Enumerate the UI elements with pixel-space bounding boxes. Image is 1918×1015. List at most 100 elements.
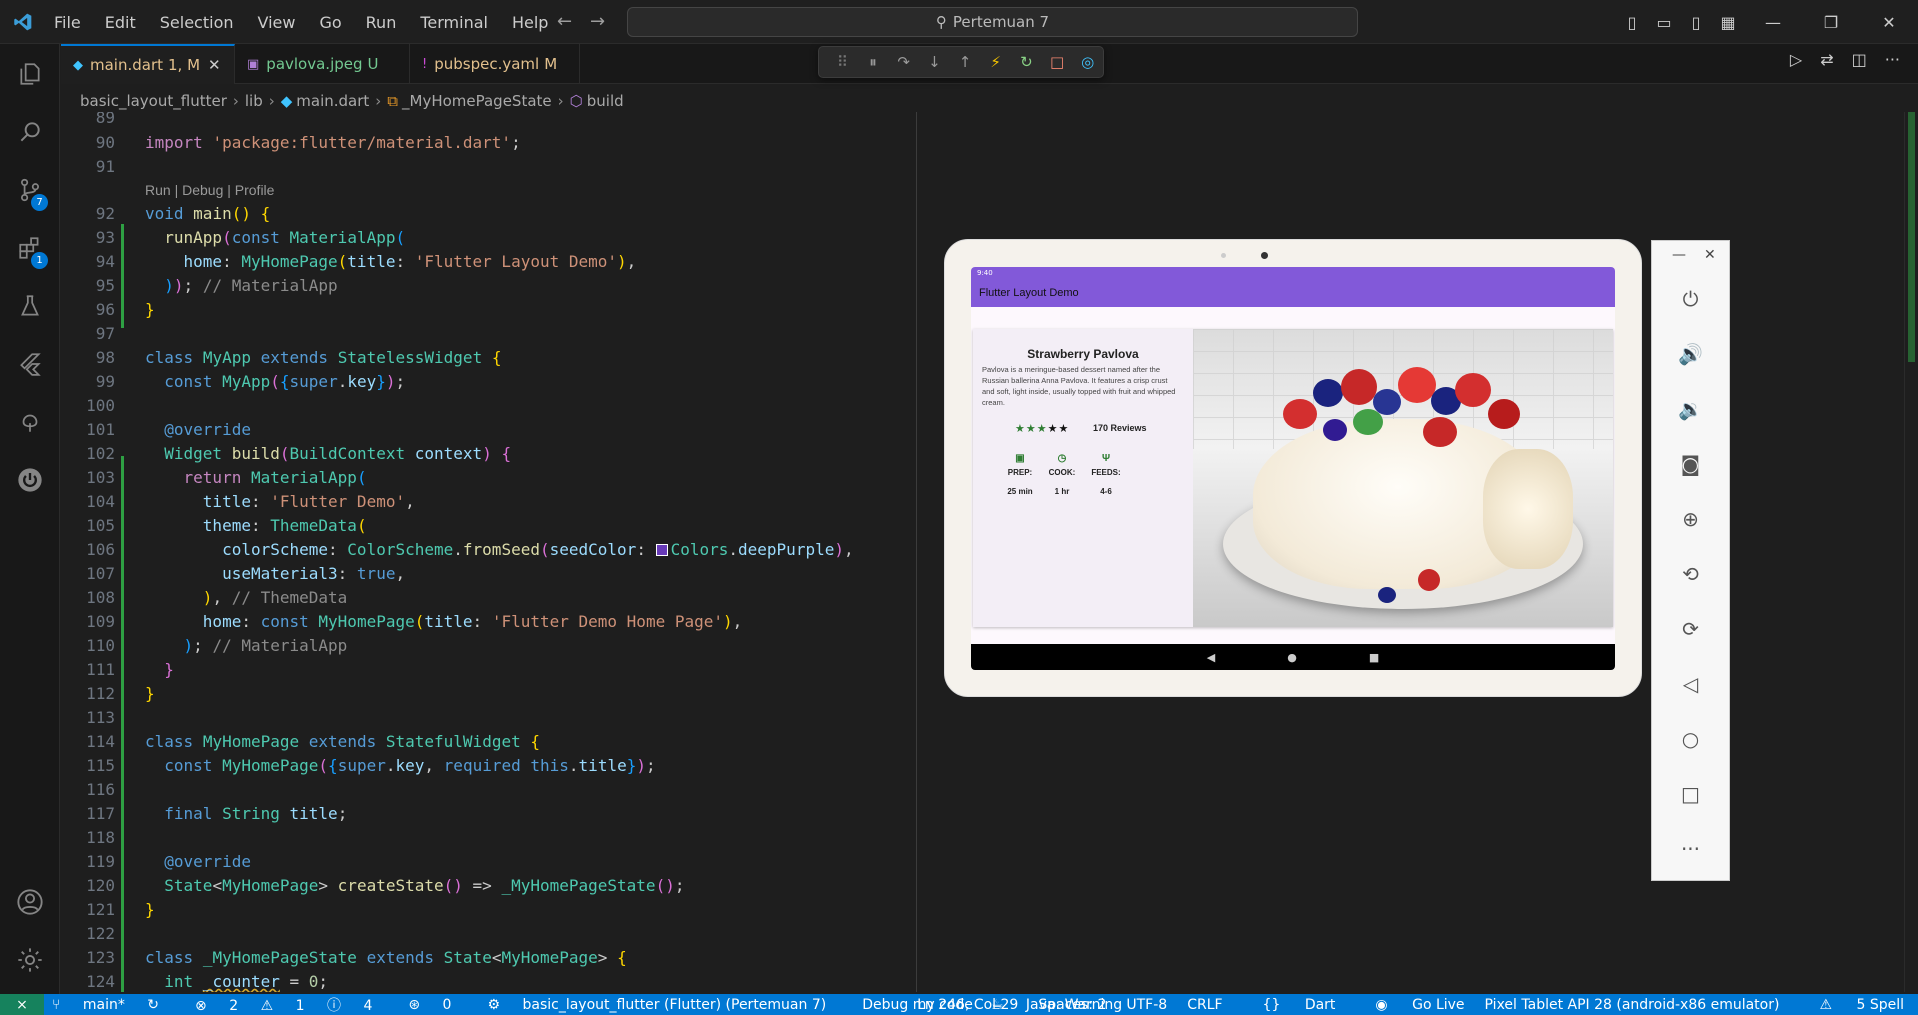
menu-terminal[interactable]: Terminal <box>420 13 488 32</box>
zoom-icon[interactable]: ⊕ <box>1652 499 1729 539</box>
spell-check[interactable]: ⚠ 5 Spell <box>1799 997 1904 1013</box>
indentation[interactable]: Spaces: 2 <box>1038 997 1106 1013</box>
emulator-screen[interactable]: 9:40 Flutter Layout Demo Strawberry Pavl… <box>971 267 1615 670</box>
restore-icon[interactable]: ❐ <box>1802 0 1860 44</box>
encoding[interactable]: UTF-8 <box>1126 997 1167 1013</box>
code-lens[interactable]: Run | Debug | Profile <box>145 182 274 198</box>
testing-flask-icon[interactable] <box>0 282 60 330</box>
editor-actions: ▷ ⇄ ◫ ··· <box>1772 50 1900 69</box>
tab-main-dart[interactable]: ◆ main.dart 1, M ✕ <box>61 44 235 84</box>
menu-selection[interactable]: Selection <box>160 13 234 32</box>
end-of-line[interactable]: CRLF <box>1187 997 1222 1013</box>
problems-indicator[interactable]: ⊗ 2 ⚠ 1 ⓘ 4 <box>195 995 390 1015</box>
restart-icon[interactable]: ↻ <box>1011 53 1042 71</box>
source-control-icon[interactable]: 7 <box>0 166 60 214</box>
step-into-icon[interactable]: ↓ <box>919 53 950 71</box>
code-line: class MyHomePage extends StatefulWidget … <box>145 732 540 751</box>
power-icon[interactable]: ⏻ <box>1652 279 1729 319</box>
code-editor[interactable]: 89 90 import 'package:flutter/material.d… <box>61 112 916 992</box>
line-number: 116 <box>86 780 115 799</box>
devtools-icon[interactable]: ◎ <box>1072 53 1103 71</box>
tab-status: 1, M <box>168 56 201 74</box>
line-number: 114 <box>86 732 115 751</box>
menu-file[interactable]: File <box>54 13 81 32</box>
flutter-device[interactable]: Pixel Tablet API 28 (android-x86 emulato… <box>1485 997 1780 1013</box>
nav-home-icon[interactable]: ● <box>1287 651 1297 664</box>
camera-icon[interactable]: ◙ <box>1652 444 1729 484</box>
toggle-panel-icon[interactable]: ▭ <box>1651 9 1677 35</box>
close-tab-icon[interactable]: ✕ <box>208 56 221 74</box>
emulator-minimize-icon[interactable]: — <box>1672 247 1686 263</box>
menu-view[interactable]: View <box>258 13 296 32</box>
go-live-button[interactable]: ◉ Go Live <box>1355 997 1464 1013</box>
timer-icon: ◷ <box>1057 453 1067 464</box>
rotate-right-icon[interactable]: ⟳ <box>1652 609 1729 649</box>
back-icon[interactable]: ◁ <box>1652 664 1729 704</box>
breadcrumb-lib[interactable]: lib <box>245 92 263 110</box>
back-arrow-icon[interactable]: ← <box>557 11 572 32</box>
git-added-gutter <box>121 456 124 992</box>
launch-config[interactable]: ⚙ basic_layout_flutter (Flutter) (Pertem… <box>487 997 844 1013</box>
line-number: 104 <box>86 492 115 511</box>
device-status-bar: 9:40 <box>971 267 1615 279</box>
volume-down-icon[interactable]: 🔉 <box>1652 389 1729 429</box>
breadcrumb-class[interactable]: _MyHomePageState <box>402 92 552 110</box>
extensions-icon[interactable]: 1 <box>0 224 60 272</box>
emulator-close-icon[interactable]: ✕ <box>1704 247 1716 263</box>
accounts-icon[interactable] <box>0 878 60 926</box>
customize-layout-icon[interactable]: ▦ <box>1715 9 1741 35</box>
volume-up-icon[interactable]: 🔊 <box>1652 334 1729 374</box>
status-bar: ⨯ ⑂ main* ↻ ⊗ 2 ⚠ 1 ⓘ 4 ⊛ 0 ⚙ basic_layo… <box>0 994 1918 1015</box>
git-branch[interactable]: ⑂ main* ↻ <box>52 997 177 1013</box>
search-view-icon[interactable] <box>0 108 60 156</box>
breadcrumb-folder[interactable]: basic_layout_flutter <box>80 92 227 110</box>
warning-icon: ⚠ <box>1819 996 1837 1013</box>
close-window-icon[interactable]: ✕ <box>1860 0 1918 44</box>
breadcrumb-file[interactable]: main.dart <box>296 92 369 110</box>
hot-reload-icon[interactable]: ⚡ <box>980 53 1011 71</box>
tab-pubspec-yaml[interactable]: ! pubspec.yaml M <box>410 44 580 84</box>
command-center-search[interactable]: ⚲ Pertemuan 7 <box>627 7 1358 37</box>
menu-go[interactable]: Go <box>319 13 341 32</box>
flutter-icon[interactable] <box>0 340 60 388</box>
drag-handle-icon[interactable]: ⠿ <box>827 53 858 71</box>
recipe-description: Pavlova is a meringue-based dessert name… <box>982 365 1176 407</box>
toggle-primary-sidebar-icon[interactable]: ▯ <box>1619 9 1645 35</box>
minimize-icon[interactable]: — <box>1744 0 1802 44</box>
nav-recents-icon[interactable]: ■ <box>1369 651 1379 664</box>
forward-arrow-icon[interactable]: → <box>590 11 605 32</box>
language-mode[interactable]: {} Dart <box>1243 997 1336 1013</box>
tree-icon[interactable] <box>0 398 60 446</box>
branch-icon: ⑂ <box>52 996 65 1013</box>
menu-run[interactable]: Run <box>366 13 397 32</box>
rotate-left-icon[interactable]: ⟲ <box>1652 554 1729 594</box>
menu-help[interactable]: Help <box>512 13 548 32</box>
ports-indicator[interactable]: ⊛ 0 <box>408 997 469 1013</box>
split-editor-icon[interactable]: ◫ <box>1852 50 1867 69</box>
warning-icon: ⚠ <box>260 997 278 1014</box>
run-debug-icon[interactable]: ▷ <box>1790 50 1802 69</box>
power-extension-icon[interactable] <box>0 456 60 504</box>
stop-icon[interactable]: □ <box>1042 53 1073 71</box>
breadcrumb-method[interactable]: build <box>587 92 624 110</box>
compare-changes-icon[interactable]: ⇄ <box>1820 50 1833 69</box>
step-over-icon[interactable]: ↷ <box>888 53 919 71</box>
home-icon[interactable]: ○ <box>1652 719 1729 759</box>
step-out-icon[interactable]: ↑ <box>950 53 981 71</box>
info-value: 4-6 <box>1100 487 1112 496</box>
tab-pavlova-jpeg[interactable]: ▣ pavlova.jpeg U <box>235 44 410 84</box>
cursor-position[interactable]: Ln 246, Col 29 <box>917 997 1018 1013</box>
toggle-secondary-sidebar-icon[interactable]: ▯ <box>1683 9 1709 35</box>
editor-scrollbar[interactable] <box>1904 112 1918 992</box>
explorer-icon[interactable] <box>0 50 60 98</box>
menu-edit[interactable]: Edit <box>105 13 136 32</box>
remote-icon[interactable]: ⨯ <box>0 994 44 1015</box>
settings-gear-icon[interactable] <box>0 936 60 984</box>
pause-icon[interactable]: ⏸ <box>858 53 889 71</box>
more-actions-icon[interactable]: ··· <box>1885 50 1900 69</box>
nav-back-icon[interactable]: ◀ <box>1207 651 1215 664</box>
editor-split-divider[interactable] <box>916 112 917 992</box>
color-swatch-icon[interactable] <box>655 544 668 556</box>
more-icon[interactable]: ··· <box>1652 829 1729 869</box>
overview-icon[interactable]: □ <box>1652 774 1729 814</box>
